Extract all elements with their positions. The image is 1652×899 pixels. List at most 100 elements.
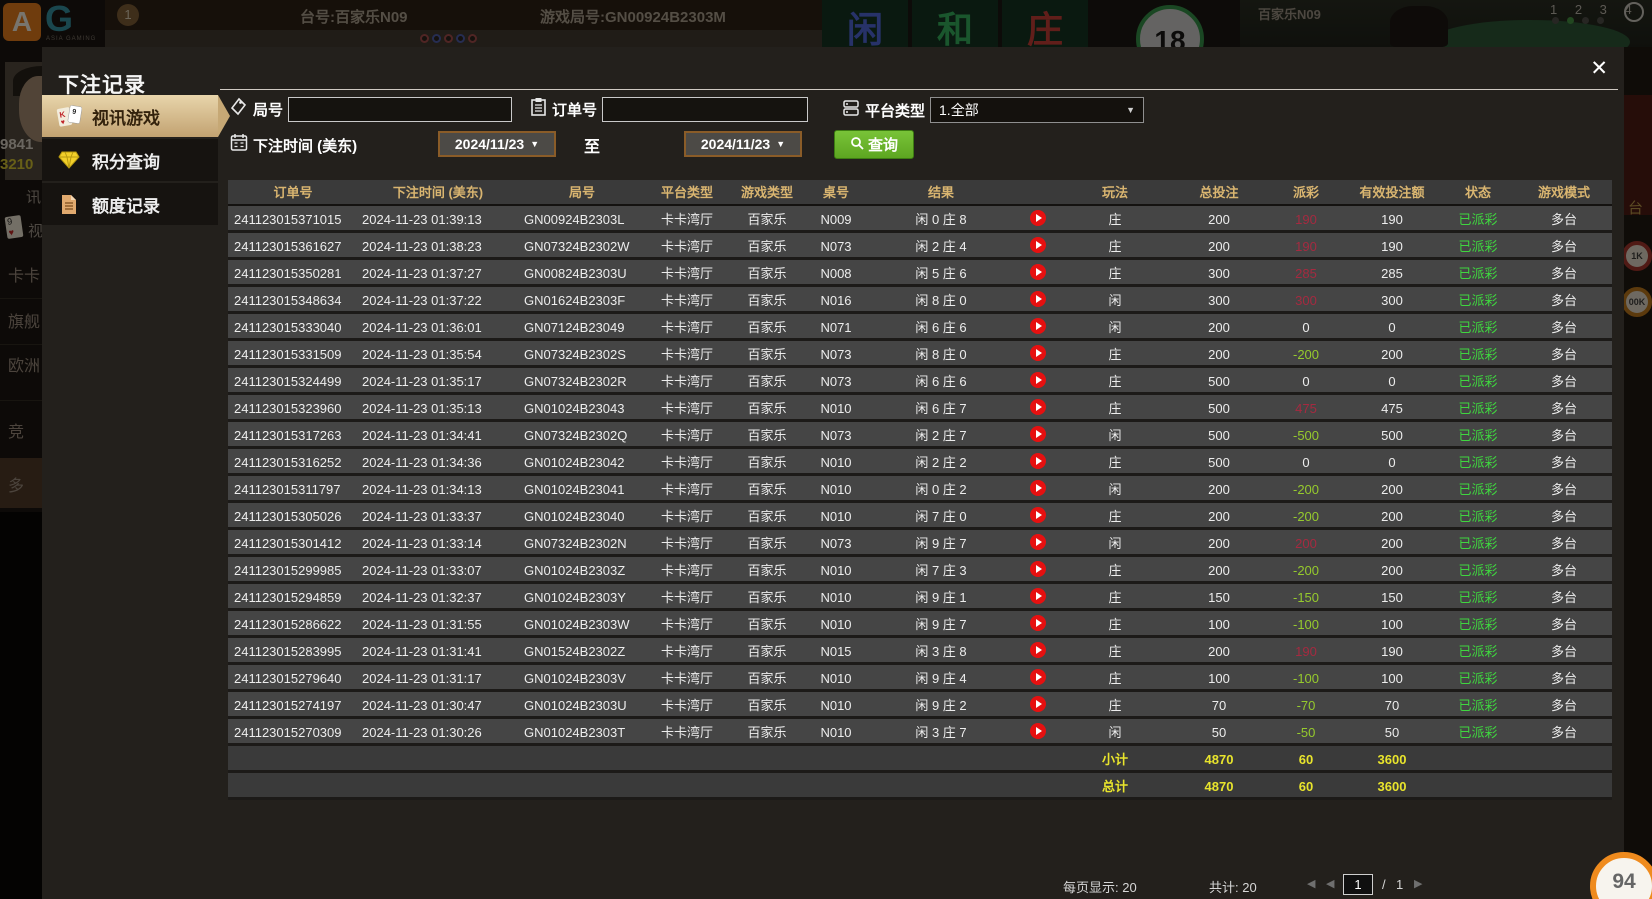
cell-order-id: 241123015305026 <box>228 503 358 527</box>
cell-game-type: 百家乐 <box>728 368 806 392</box>
cell-round-id: GN01024B23040 <box>518 503 646 527</box>
play-icon[interactable] <box>1030 372 1046 388</box>
bet-records-table: 订单号 下注时间 (美东) 局号 平台类型 游戏类型 桌号 结果 玩法 总投注 … <box>228 180 1612 800</box>
road-dot <box>456 34 465 43</box>
table-row: 241123015324499 2024-11-23 01:35:17 GN07… <box>228 368 1612 395</box>
tab-video-games[interactable]: K ♥ 9 视讯游戏 <box>42 95 218 137</box>
table-label: 台号:百家乐N09 <box>300 6 408 27</box>
play-icon[interactable] <box>1030 291 1046 307</box>
cell-result: 闲 0 庄 8 <box>866 206 1016 230</box>
cell-round-id: GN01524B2302Z <box>518 638 646 662</box>
cell-platform: 卡卡湾厅 <box>646 395 728 419</box>
cell-order-id: 241123015371015 <box>228 206 358 230</box>
play-icon[interactable] <box>1030 642 1046 658</box>
lobby-nav-item[interactable]: 欧洲 <box>0 352 42 376</box>
play-icon[interactable] <box>1030 561 1046 577</box>
cell-result: 闲 3 庄 7 <box>866 719 1016 743</box>
cell-total-wager: 200 <box>1170 638 1268 662</box>
chip-1k-icon[interactable]: 1K <box>1622 241 1652 271</box>
chip-100k-icon[interactable]: 00K <box>1622 287 1652 317</box>
search-button[interactable]: 查询 <box>834 130 914 159</box>
play-icon[interactable] <box>1030 507 1046 523</box>
cell-result: 闲 5 庄 6 <box>866 260 1016 284</box>
play-icon[interactable] <box>1030 264 1046 280</box>
cell-result: 闲 7 庄 0 <box>866 503 1016 527</box>
cell-round-id: GN01024B2303Z <box>518 557 646 581</box>
play-icon[interactable] <box>1030 480 1046 496</box>
cell-valid-bet: 190 <box>1344 206 1440 230</box>
play-icon[interactable] <box>1030 237 1046 253</box>
first-page-icon[interactable]: ◀ <box>1307 877 1315 890</box>
bet-tile-tie[interactable]: 和 <box>912 0 998 47</box>
cell-order-id: 241123015294859 <box>228 584 358 608</box>
play-icon[interactable] <box>1030 588 1046 604</box>
cell-status: 已派彩 <box>1440 638 1516 662</box>
play-icon[interactable] <box>1030 210 1046 226</box>
cell-result: 闲 9 庄 7 <box>866 530 1016 554</box>
play-icon[interactable] <box>1030 534 1046 550</box>
lobby-nav-item[interactable]: 卡卡 <box>0 262 42 286</box>
cell-total-wager: 200 <box>1170 530 1268 554</box>
cell-round-id: GN01024B2303Y <box>518 584 646 608</box>
table-row: 241123015317263 2024-11-23 01:34:41 GN07… <box>228 422 1612 449</box>
lobby-nav-item[interactable]: 旗舰 <box>0 308 42 332</box>
cell-table-no: N008 <box>806 260 866 284</box>
cell-game-mode: 多台 <box>1516 287 1612 311</box>
bet-tile-player[interactable]: 闲 <box>822 0 908 47</box>
cell-game-mode: 多台 <box>1516 341 1612 365</box>
total-count-label: 共计: 20 <box>1209 877 1257 896</box>
prev-page-icon[interactable]: ◀ <box>1326 877 1334 890</box>
cell-bet-type: 庄 <box>1060 368 1170 392</box>
play-icon[interactable] <box>1030 696 1046 712</box>
cell-game-type: 百家乐 <box>728 719 806 743</box>
cell-game-mode: 多台 <box>1516 260 1612 284</box>
tab-points-query[interactable]: 积分查询 <box>42 139 218 181</box>
cell-bet-type: 庄 <box>1060 611 1170 635</box>
cell-result: 闲 8 庄 0 <box>866 341 1016 365</box>
cell-round-id: GN07324B2302N <box>518 530 646 554</box>
chevron-down-icon: ▼ <box>1126 105 1135 115</box>
cell-total-wager: 500 <box>1170 395 1268 419</box>
cell-game-type: 百家乐 <box>728 557 806 581</box>
next-page-icon[interactable]: ▶ <box>1414 877 1422 890</box>
cell-total-wager: 200 <box>1170 341 1268 365</box>
lobby-text: 视 <box>28 220 43 241</box>
play-icon[interactable] <box>1030 669 1046 685</box>
cell-platform: 卡卡湾厅 <box>646 314 728 338</box>
cell-game-type: 百家乐 <box>728 422 806 446</box>
col-header: 玩法 <box>1060 180 1170 204</box>
tab-credit-records[interactable]: 额度记录 <box>42 183 218 225</box>
lobby-nav-item[interactable]: 竞 <box>0 418 42 442</box>
cell-game-mode: 多台 <box>1516 530 1612 554</box>
close-icon[interactable]: ✕ <box>1590 56 1608 81</box>
cell-round-id: GN01024B23041 <box>518 476 646 500</box>
lobby-nav-item-active[interactable]: 多 <box>0 472 42 496</box>
date-to-picker[interactable]: 2024/11/23 ▼ <box>684 131 802 157</box>
cell-table-no: N010 <box>806 395 866 419</box>
cell-bet-time: 2024-11-23 01:35:17 <box>358 368 518 392</box>
live-video-feed: 百家乐N09 1 2 3 4 <box>1240 0 1652 47</box>
order-id-input[interactable] <box>602 97 808 122</box>
page-number-input[interactable]: 1 <box>1343 874 1373 895</box>
play-icon[interactable] <box>1030 399 1046 415</box>
play-icon[interactable] <box>1030 318 1046 334</box>
cell-game-type: 百家乐 <box>728 341 806 365</box>
cell-platform: 卡卡湾厅 <box>646 557 728 581</box>
cell-platform: 卡卡湾厅 <box>646 638 728 662</box>
play-icon[interactable] <box>1030 615 1046 631</box>
cell-bet-type: 闲 <box>1060 287 1170 311</box>
platform-type-select[interactable]: 1.全部 ▼ <box>930 97 1144 123</box>
col-header: 游戏模式 <box>1516 180 1612 204</box>
cell-game-type: 百家乐 <box>728 287 806 311</box>
cell-status: 已派彩 <box>1440 368 1516 392</box>
cell-game-type: 百家乐 <box>728 665 806 689</box>
play-icon[interactable] <box>1030 345 1046 361</box>
play-icon[interactable] <box>1030 426 1046 442</box>
play-icon[interactable] <box>1030 453 1046 469</box>
table-row: 241123015371015 2024-11-23 01:39:13 GN00… <box>228 206 1612 233</box>
date-from-picker[interactable]: 2024/11/23 ▼ <box>438 131 556 157</box>
round-id-input[interactable] <box>288 97 512 122</box>
play-icon[interactable] <box>1030 723 1046 739</box>
bet-tile-banker[interactable]: 庄 <box>1002 0 1088 47</box>
subtotal-row: 小计 4870 60 3600 <box>228 746 1612 773</box>
